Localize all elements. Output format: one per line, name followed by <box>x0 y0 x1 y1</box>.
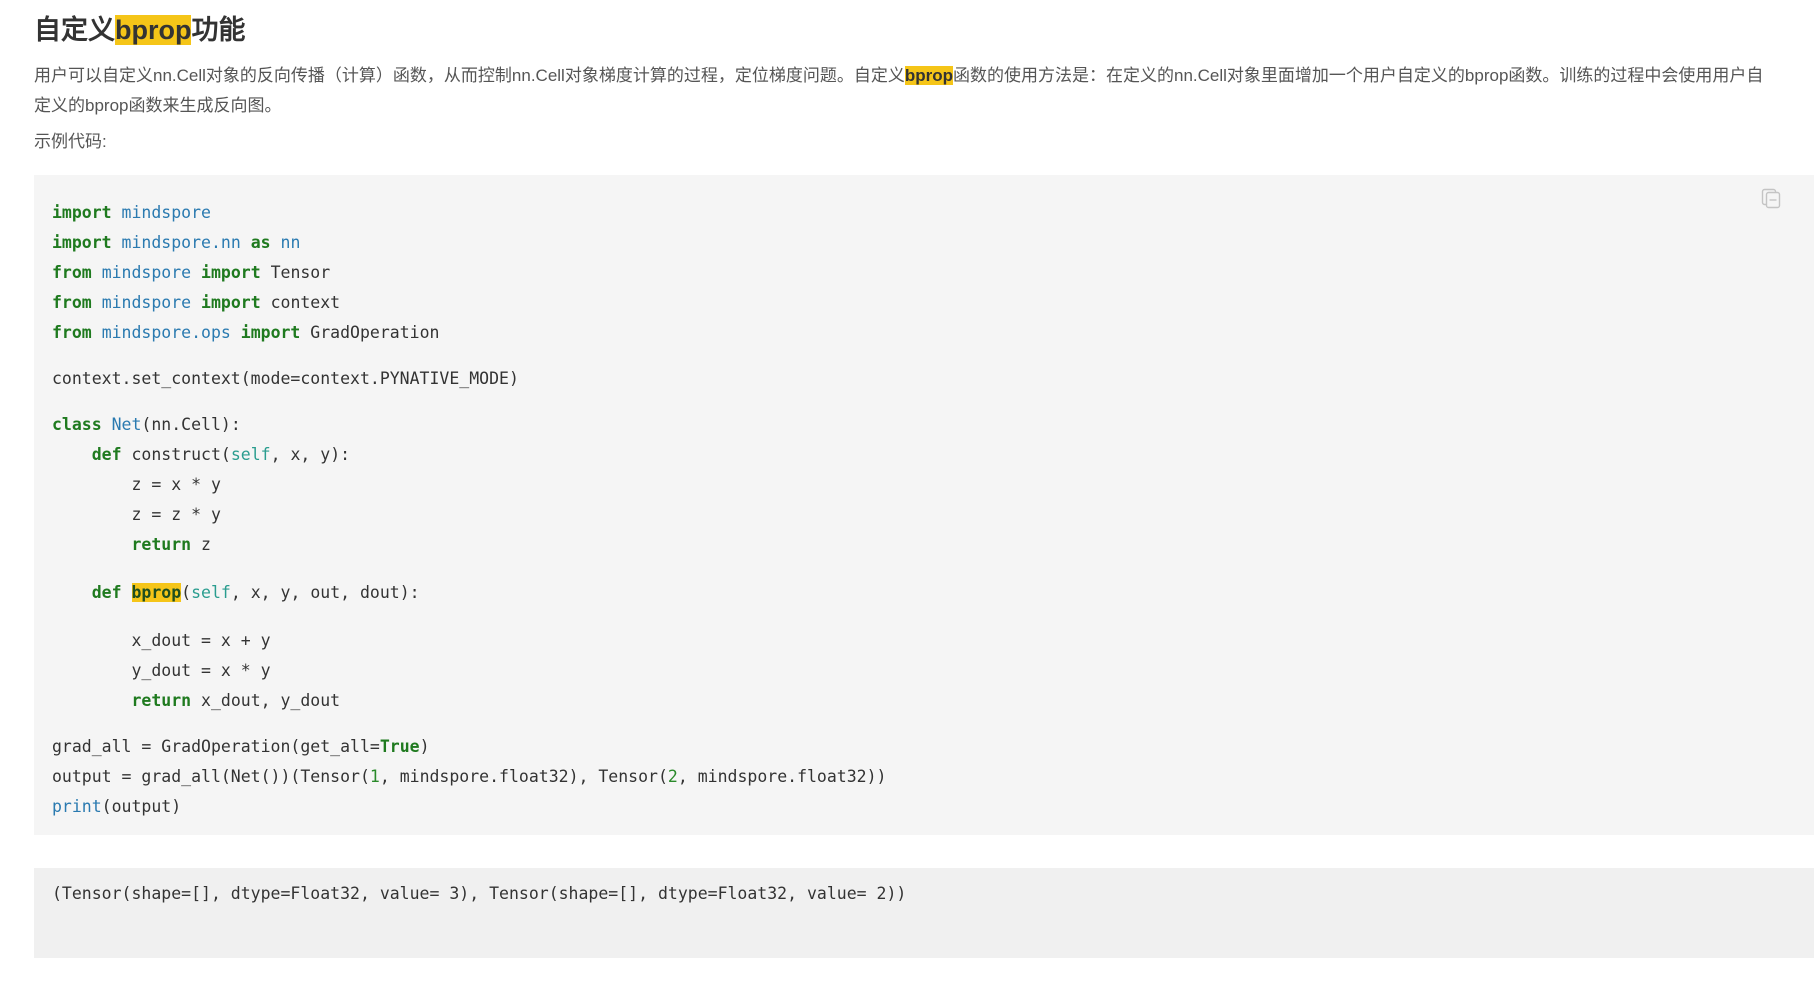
output-text: (Tensor(shape=[], dtype=Float32, value= … <box>52 884 907 903</box>
description-highlight: bprop <box>904 66 953 85</box>
code-line: from mindspore import Tensor <box>52 263 331 282</box>
code-line: z = z * y <box>131 505 221 524</box>
output-block: (Tensor(shape=[], dtype=Float32, value= … <box>34 868 1814 958</box>
code-line: class Net(nn.Cell): <box>52 415 241 434</box>
code-line: return x_dout, y_dout <box>131 691 341 710</box>
document-page: 自定义bprop功能 用户可以自定义nn.Cell对象的反向传播（计算）函数，从… <box>34 0 1814 958</box>
title-highlight: bprop <box>115 15 192 45</box>
code-line: y_dout = x * y <box>131 661 271 680</box>
copy-icon[interactable] <box>1760 187 1782 209</box>
code-line: import mindspore.nn as nn <box>52 233 301 252</box>
code-line: x_dout = x + y <box>131 631 271 650</box>
section-title: 自定义bprop功能 <box>34 0 1814 52</box>
code-line: grad_all = GradOperation(get_all=True) <box>52 737 430 756</box>
title-suffix: 功能 <box>191 15 246 45</box>
code-line: from mindspore.ops import GradOperation <box>52 323 440 342</box>
code-line: print(output) <box>52 797 182 816</box>
title-prefix: 自定义 <box>34 15 115 45</box>
code-highlight: bprop <box>131 583 182 602</box>
description-line-1: 用户可以自定义nn.Cell对象的反向传播（计算）函数，从而控制nn.Cell对… <box>34 66 1764 85</box>
code-line: output = grad_all(Net())(Tensor(1, minds… <box>52 767 887 786</box>
code-line: z = x * y <box>131 475 221 494</box>
code-line: return z <box>131 535 211 554</box>
description-paragraph: 用户可以自定义nn.Cell对象的反向传播（计算）函数，从而控制nn.Cell对… <box>34 61 1814 121</box>
description-line-2: 定义的bprop函数来生成反向图。 <box>34 96 282 115</box>
code-line: def bprop(self, x, y, out, dout): <box>91 583 420 602</box>
code-line: from mindspore import context <box>52 293 341 312</box>
example-label: 示例代码: <box>34 132 107 151</box>
code-content: import mindspore import mindspore.nn as … <box>52 198 886 822</box>
code-line: context.set_context(mode=context.PYNATIV… <box>52 369 519 388</box>
code-line: def construct(self, x, y): <box>91 445 351 464</box>
code-block: import mindspore import mindspore.nn as … <box>34 175 1814 835</box>
code-line: import mindspore <box>52 203 211 222</box>
